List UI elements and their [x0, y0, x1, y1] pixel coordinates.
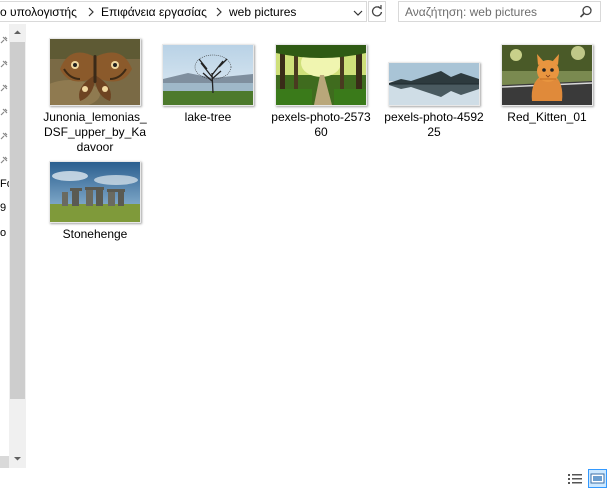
pin-icon[interactable]: [0, 84, 8, 92]
file-name: Red_Kitten_01: [507, 110, 587, 124]
refresh-icon: [371, 5, 383, 17]
nav-item-fragment[interactable]: 9: [0, 202, 6, 214]
thumbnail-lake-tree: [162, 44, 254, 106]
file-item-pexels-459225[interactable]: pexels-photo-459225: [381, 38, 487, 140]
pin-icon[interactable]: [0, 108, 8, 116]
thumbnail-mountain-lake: [388, 62, 480, 106]
search-box[interactable]: [398, 1, 601, 22]
pin-icon[interactable]: [0, 60, 8, 68]
file-item-junonia[interactable]: Junonia_lemonias_DSF_upper_by_Kadavoor: [42, 38, 148, 155]
chevron-right-icon[interactable]: [87, 6, 95, 18]
breadcrumb-this-pc[interactable]: ο υπολογιστής: [0, 5, 77, 19]
thumbnail-kitten: [501, 44, 593, 106]
nav-item-fragment[interactable]: o: [0, 227, 6, 239]
file-name: Junonia_lemonias_DSF_upper_by_Kadavoor: [43, 110, 147, 154]
refresh-button[interactable]: [368, 1, 386, 22]
large-icons-view-button[interactable]: [588, 469, 607, 488]
status-bar: [0, 468, 613, 492]
file-name: pexels-photo-459225: [384, 110, 484, 139]
file-item-pexels-257360[interactable]: pexels-photo-257360: [268, 38, 374, 140]
details-view-icon[interactable]: [566, 471, 584, 487]
file-name: pexels-photo-257360: [271, 110, 371, 139]
search-input[interactable]: [405, 4, 575, 19]
pin-icon[interactable]: [0, 132, 8, 140]
scroll-down-arrow-icon[interactable]: [9, 450, 26, 467]
scroll-up-arrow-icon[interactable]: [9, 24, 26, 41]
thumbnail-forest-path: [275, 44, 367, 106]
chevron-down-icon[interactable]: [350, 3, 366, 22]
chevron-right-icon[interactable]: [215, 6, 223, 18]
scrollbar-thumb[interactable]: [10, 42, 25, 399]
thumbnail-stonehenge: [49, 161, 141, 223]
thumbnail-butterfly: [49, 38, 141, 106]
large-icons-view-icon: [590, 473, 605, 484]
pin-icon[interactable]: [0, 36, 8, 44]
file-name: Stonehenge: [62, 227, 128, 241]
file-item-lake-tree[interactable]: lake-tree: [155, 38, 261, 125]
address-row: ο υπολογιστής Επιφάνεια εργασίας web pic…: [0, 0, 613, 24]
breadcrumb-desktop[interactable]: Επιφάνεια εργασίας: [101, 5, 207, 19]
address-bar[interactable]: ο υπολογιστής Επιφάνεια εργασίας web pic…: [0, 1, 367, 22]
search-icon[interactable]: [579, 5, 593, 19]
file-item-red-kitten[interactable]: Red_Kitten_01: [494, 38, 600, 125]
pin-icon[interactable]: [0, 156, 8, 164]
file-name: lake-tree: [184, 110, 232, 124]
breadcrumb-web-pictures[interactable]: web pictures: [229, 5, 296, 19]
nav-scrollbar[interactable]: [9, 24, 26, 468]
file-list[interactable]: Junonia_lemonias_DSF_upper_by_Kadavoor l…: [27, 24, 613, 468]
file-item-stonehenge[interactable]: Stonehenge: [42, 155, 148, 242]
